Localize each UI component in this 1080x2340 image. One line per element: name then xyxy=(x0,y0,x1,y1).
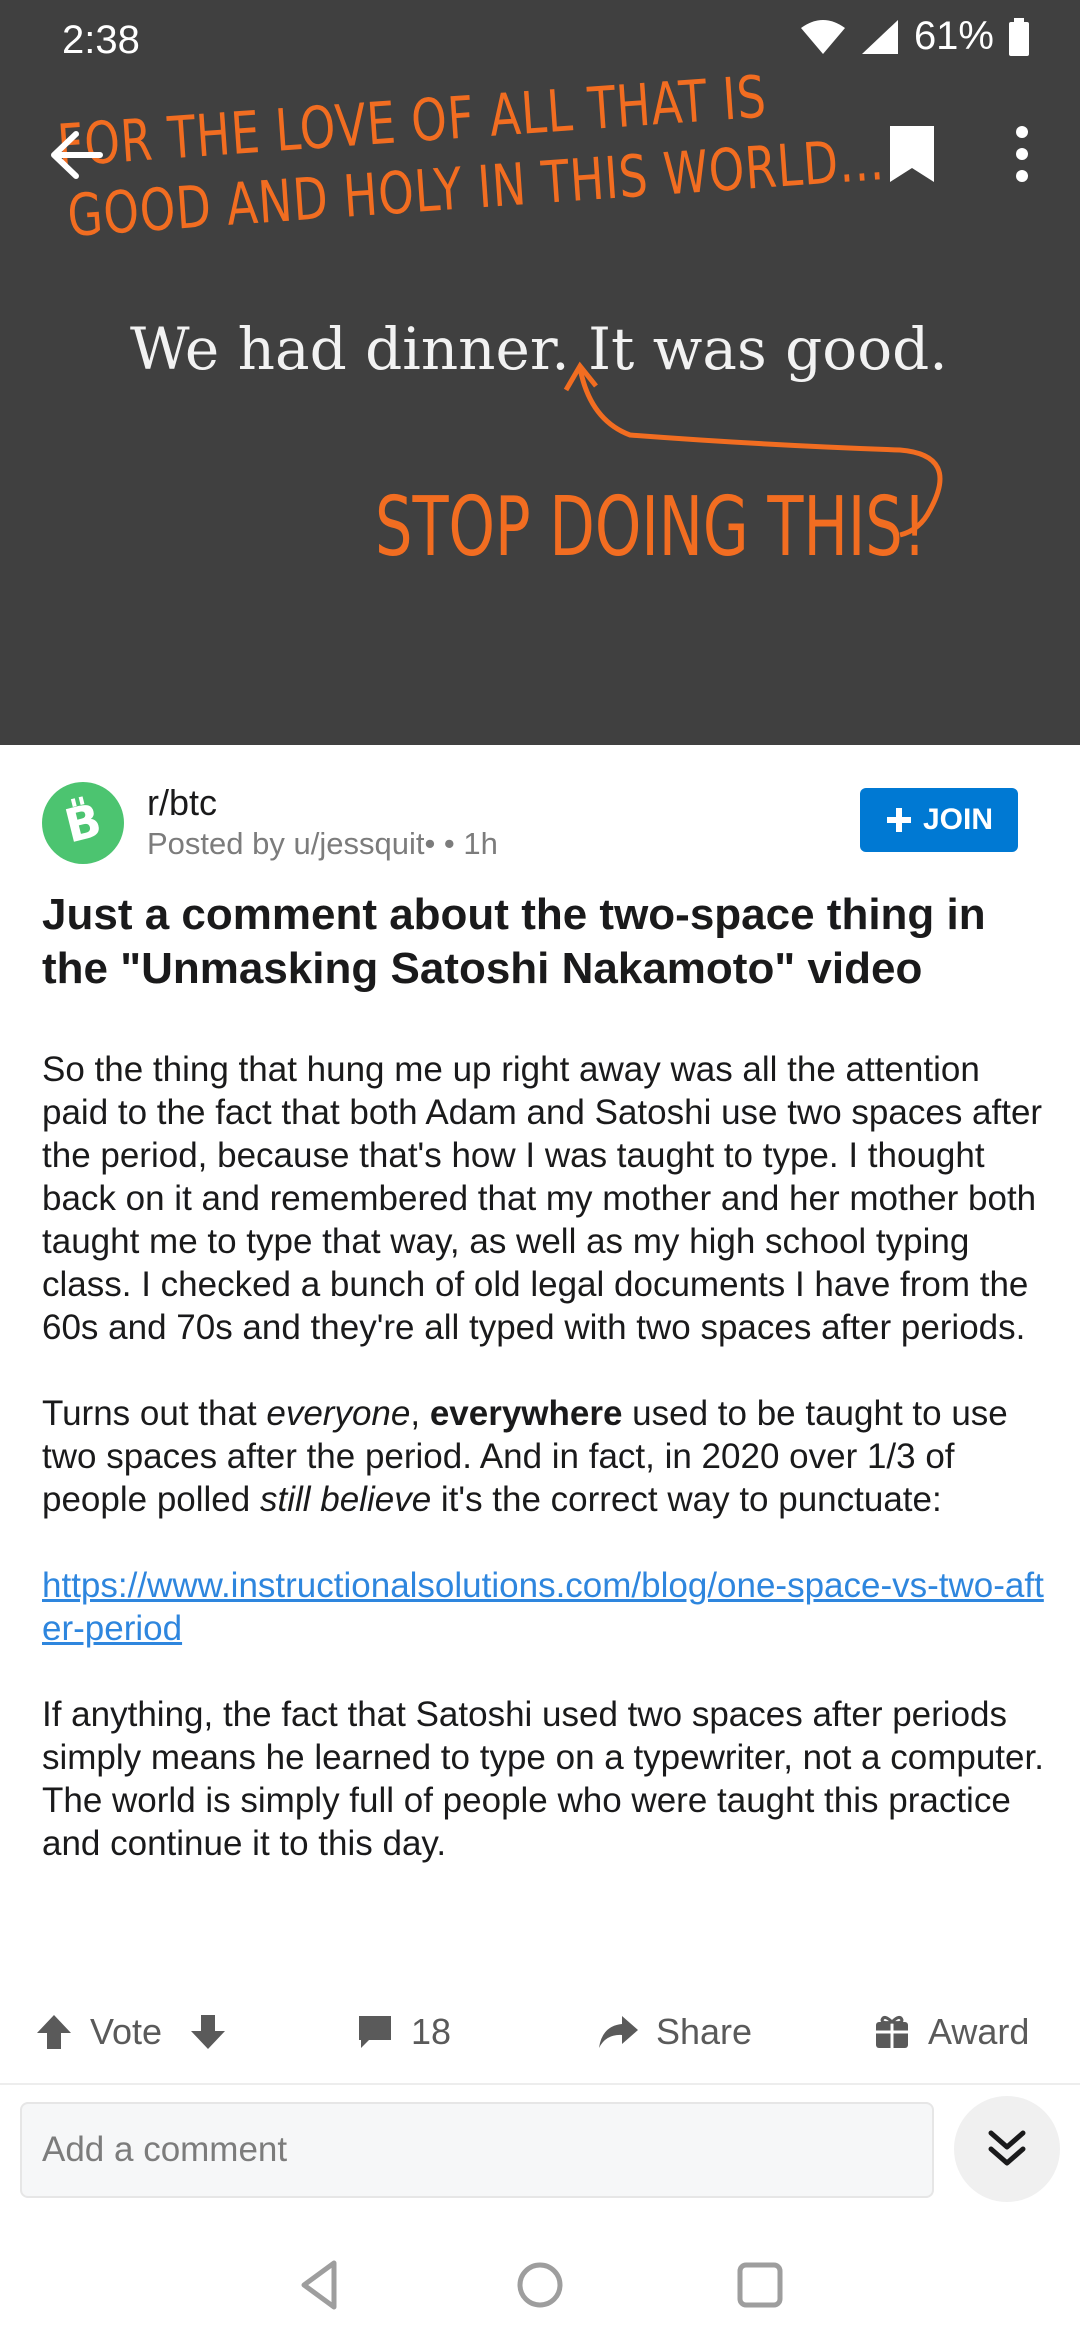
add-comment-input[interactable]: Add a comment xyxy=(20,2102,934,2198)
battery-percent: 61% xyxy=(913,14,994,58)
post-title: Just a comment about the two-space thing… xyxy=(42,890,986,993)
battery-icon xyxy=(1009,17,1029,56)
text-span: Turns out that xyxy=(42,1394,267,1433)
nav-recents-icon[interactable] xyxy=(730,2255,790,2315)
emphasis-text: everyone xyxy=(266,1394,411,1433)
comment-count: 18 xyxy=(411,2011,452,2052)
status-icons: 61% xyxy=(800,14,1030,59)
comments-button[interactable]: 18 xyxy=(355,1992,451,2072)
post-image[interactable]: 2:38 61% FOR THE LOVE OF ALL THAT IS GOO… xyxy=(0,0,1080,745)
text-span: it's the correct way to punctuate: xyxy=(431,1480,942,1519)
post-action-bar: Vote 18 Share Award xyxy=(0,1992,1080,2072)
status-bar: 2:38 61% xyxy=(0,0,1080,80)
post-paragraph: So the thing that hung me up right away … xyxy=(42,1050,1043,1347)
post-header: B r/btc Posted by u/jessquit• • 1h JOIN xyxy=(42,770,1042,880)
share-button[interactable]: Share xyxy=(596,1992,752,2072)
post-author-time[interactable]: Posted by u/jessquit• • 1h xyxy=(147,826,498,862)
post-link-paragraph: https://www.instructionalsolutions.com/b… xyxy=(42,1564,1052,1650)
wifi-icon xyxy=(800,19,845,54)
back-arrow-icon[interactable] xyxy=(40,120,110,190)
plus-icon xyxy=(886,808,911,832)
image-stop-text: STOP DOING THIS! xyxy=(375,480,927,575)
comment-icon xyxy=(359,2016,391,2048)
signal-icon xyxy=(861,19,898,54)
downvote-icon[interactable] xyxy=(188,2012,228,2052)
bitcoin-cash-icon: B xyxy=(59,794,106,852)
text-span: , xyxy=(410,1394,430,1433)
more-options-icon[interactable] xyxy=(1000,122,1044,186)
vote-control: Vote xyxy=(34,1992,228,2072)
nav-home-icon[interactable] xyxy=(510,2255,570,2315)
gift-icon xyxy=(876,2015,908,2048)
join-button[interactable]: JOIN xyxy=(860,788,1018,852)
award-label: Award xyxy=(928,2011,1030,2052)
share-label: Share xyxy=(656,2011,753,2052)
double-chevron-down-icon xyxy=(988,2130,1026,2166)
join-label: JOIN xyxy=(922,803,994,836)
bold-text: everywhere xyxy=(429,1394,623,1433)
subreddit-avatar[interactable]: B xyxy=(42,782,124,864)
nav-back-icon[interactable] xyxy=(290,2255,350,2315)
upvote-icon[interactable] xyxy=(34,2012,74,2052)
emphasis-text: still believe xyxy=(259,1480,432,1519)
system-nav-bar xyxy=(0,2230,1080,2340)
divider xyxy=(0,2083,1080,2085)
share-icon xyxy=(599,2016,638,2048)
post-link[interactable]: https://www.instructionalsolutions.com/b… xyxy=(42,1566,1044,1648)
bookmark-icon[interactable] xyxy=(882,122,942,186)
award-button[interactable]: Award xyxy=(872,1992,1029,2072)
next-comment-button[interactable] xyxy=(954,2096,1060,2202)
post-paragraph: If anything, the fact that Satoshi used … xyxy=(42,1695,1044,1863)
post-body: So the thing that hung me up right away … xyxy=(42,1048,1052,1908)
subreddit-name[interactable]: r/btc xyxy=(147,782,217,824)
post-paragraph: Turns out that everyone, everywhere used… xyxy=(42,1392,1052,1521)
status-time: 2:38 xyxy=(62,18,140,62)
vote-label: Vote xyxy=(90,2011,163,2052)
